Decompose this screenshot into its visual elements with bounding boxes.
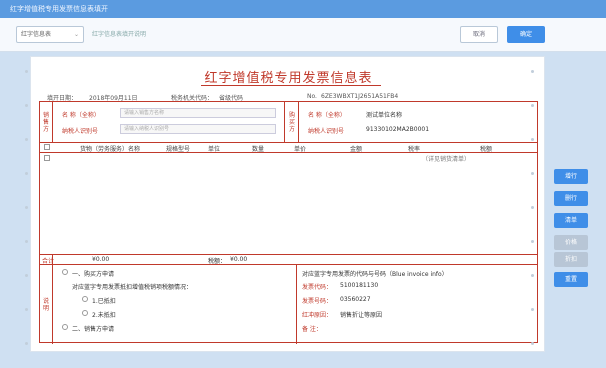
grid-line bbox=[298, 102, 299, 142]
grid-line bbox=[52, 254, 53, 344]
buyer-name: 测试单位名称 bbox=[366, 112, 403, 119]
deducted-label: 1.已抵扣 bbox=[92, 298, 116, 305]
type-select[interactable]: 红字信息表 ⌄ bbox=[16, 26, 84, 43]
reason-side-label: 说明 bbox=[43, 298, 50, 312]
buyer-side-label: 购买方 bbox=[289, 112, 296, 133]
row-note: （详见销货清单） bbox=[422, 156, 471, 163]
select-all-checkbox[interactable] bbox=[44, 144, 50, 150]
buyer-taxid: 91330102MA2B0001 bbox=[366, 126, 430, 133]
seller-side-label: 销售方 bbox=[43, 112, 50, 133]
not-deducted-radio[interactable] bbox=[82, 310, 88, 316]
col-header-rate: 税率 bbox=[408, 146, 421, 153]
total-tax: ¥0.00 bbox=[230, 256, 248, 263]
total-tax-label: 税额： bbox=[208, 258, 227, 265]
form-grid: 销售方 名 称（全称） 请输入销售方名称 纳税人识别号 请输入纳税人识别号 购买… bbox=[39, 101, 538, 344]
paper-binding-left bbox=[25, 56, 29, 352]
list-button[interactable]: 清单 bbox=[554, 213, 588, 228]
table-row[interactable]: （详见销货清单） bbox=[40, 154, 537, 163]
seller-name-label: 名 称（全称） bbox=[62, 112, 100, 119]
type-select-label: 红字信息表 bbox=[21, 31, 52, 38]
buyer-apply-label: 一、购买方申请 bbox=[72, 271, 115, 278]
add-row-button[interactable]: 增行 bbox=[554, 169, 588, 184]
red-reason-label: 红冲原因： bbox=[302, 312, 333, 319]
seller-taxid-input[interactable]: 请输入纳税人识别号 bbox=[120, 124, 276, 134]
blue-number-label: 发票号码： bbox=[302, 298, 333, 305]
col-header-price: 单价 bbox=[294, 146, 307, 153]
form-no-label: No. bbox=[307, 93, 317, 100]
grid-line bbox=[40, 142, 537, 143]
form-no: 6ZE3WBXT1J2651A51FB4 bbox=[321, 93, 399, 100]
reset-button[interactable]: 重置 bbox=[554, 272, 588, 287]
chevron-down-icon: ⌄ bbox=[73, 31, 79, 38]
buyer-desc: 对应蓝字专用发票抵扣增值税销项税额情况： bbox=[72, 284, 193, 291]
grid-line bbox=[296, 264, 297, 344]
window-title: 红字增值税专用发票信息表填开 bbox=[0, 0, 606, 18]
col-header-unit: 单位 bbox=[208, 146, 221, 153]
grid-line bbox=[40, 264, 537, 265]
toolbar-hint[interactable]: 红字信息表填开说明 bbox=[92, 29, 146, 38]
col-header-amount: 金额 bbox=[350, 146, 363, 153]
price-button[interactable]: 价格 bbox=[554, 235, 588, 250]
seller-name-input[interactable]: 请输入销售方名称 bbox=[120, 108, 276, 118]
remark-label: 备 注： bbox=[302, 326, 322, 333]
toolbar: 红字信息表 ⌄ 红字信息表填开说明 取消 确定 bbox=[0, 18, 606, 52]
grid-line bbox=[40, 254, 537, 255]
delete-row-button[interactable]: 删行 bbox=[554, 191, 588, 206]
blue-number[interactable]: 03560227 bbox=[340, 296, 371, 303]
seller-apply-label: 二、销售方申请 bbox=[72, 326, 115, 333]
grid-line bbox=[284, 102, 285, 142]
total-amount: ¥0.00 bbox=[92, 256, 110, 263]
col-header-spec: 规格型号 bbox=[166, 146, 191, 153]
blue-invoice-header: 对应蓝字专用发票的代码与号码（Blue invoice info） bbox=[302, 271, 448, 278]
row-checkbox[interactable] bbox=[44, 155, 50, 161]
form-title: 红字增值税专用发票信息表 bbox=[204, 71, 373, 86]
grid-line bbox=[52, 102, 53, 142]
title-underline bbox=[201, 85, 381, 86]
total-label: 合计 bbox=[42, 258, 55, 265]
not-deducted-label: 2.未抵扣 bbox=[92, 312, 116, 319]
confirm-button[interactable]: 确定 bbox=[507, 26, 545, 43]
blue-code[interactable]: 5100181130 bbox=[340, 282, 378, 289]
red-reason[interactable]: 销售折让等原因 bbox=[340, 310, 382, 319]
deducted-radio[interactable] bbox=[82, 296, 88, 302]
seller-apply-radio[interactable] bbox=[62, 324, 68, 330]
blue-code-label: 发票代码： bbox=[302, 284, 333, 291]
discount-button[interactable]: 折扣 bbox=[554, 252, 588, 267]
paper-binding-right bbox=[531, 56, 535, 352]
seller-taxid-label: 纳税人识别号 bbox=[62, 128, 99, 135]
cancel-button[interactable]: 取消 bbox=[460, 26, 498, 43]
buyer-apply-radio[interactable] bbox=[62, 269, 68, 275]
buyer-taxid-label: 纳税人识别号 bbox=[308, 128, 345, 135]
col-header-qty: 数量 bbox=[252, 146, 265, 153]
col-header-tax: 税额 bbox=[480, 146, 493, 153]
col-header-name: 货物（劳务服务）名称 bbox=[80, 146, 141, 153]
buyer-name-label: 名 称（全称） bbox=[308, 112, 346, 119]
invoice-form: 红字增值税专用发票信息表 填开日期： 2018年09月11日 税务机关代码： 省… bbox=[30, 56, 545, 352]
